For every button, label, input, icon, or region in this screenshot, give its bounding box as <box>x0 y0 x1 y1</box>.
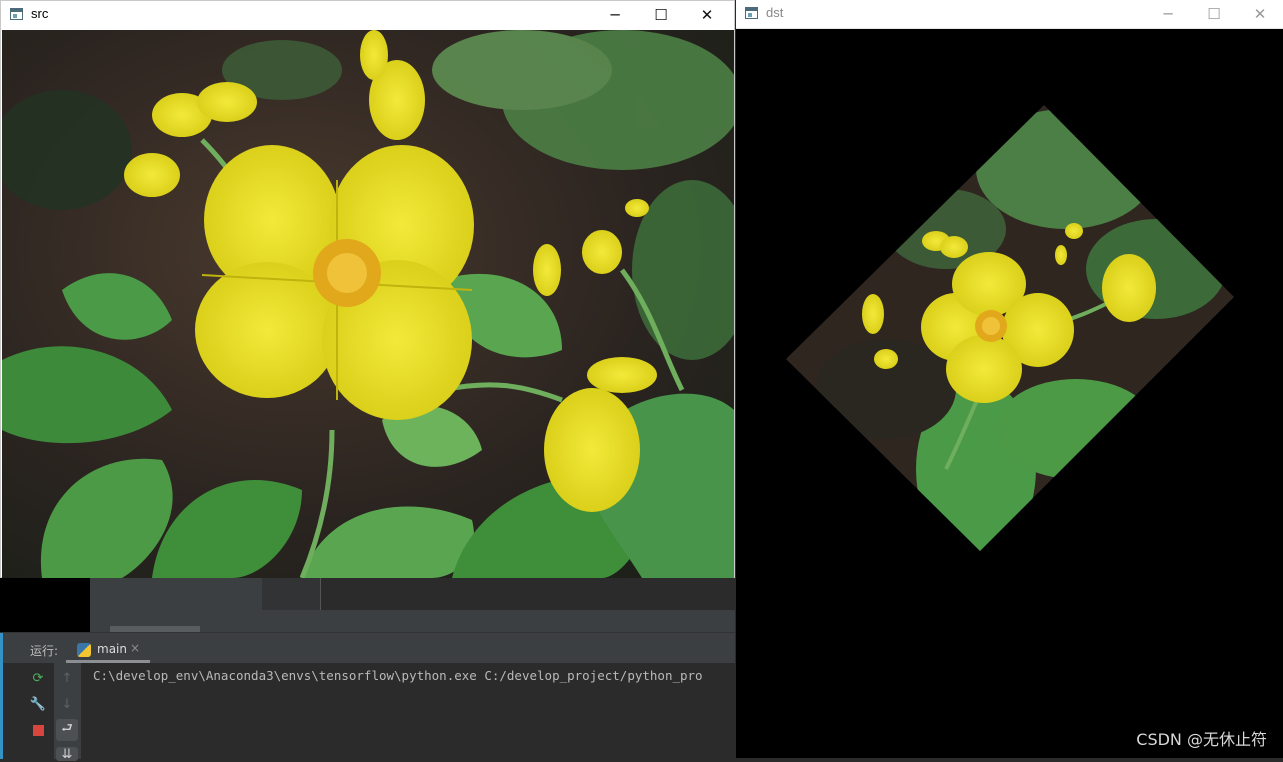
src-titlebar[interactable]: src ─ ☐ ✕ <box>1 1 734 29</box>
scroll-to-end-icon[interactable]: ⇊ <box>56 747 78 762</box>
ide-toolbar-region <box>90 578 735 632</box>
close-button[interactable]: ✕ <box>684 1 730 29</box>
src-window: src ─ ☐ ✕ <box>0 0 735 578</box>
ide-panel-right <box>321 578 735 610</box>
tab-main[interactable]: main × <box>66 637 150 663</box>
minimize-button[interactable]: ─ <box>592 1 638 29</box>
run-toolstrip-secondary: ↑ ↓ ⮐ ⇊ <box>54 663 81 762</box>
dst-image <box>736 29 1283 758</box>
arrow-down-icon[interactable]: ↓ <box>56 693 78 715</box>
dst-titlebar[interactable]: dst ─ ☐ ✕ <box>736 0 1283 29</box>
watermark: CSDN @无休止符 <box>1136 730 1267 749</box>
run-panel-header: 运行: main × <box>0 633 735 663</box>
dst-window-title: dst <box>766 5 784 20</box>
src-image <box>2 30 734 578</box>
rerun-icon[interactable]: ⟳ <box>27 667 49 689</box>
minimize-button[interactable]: ─ <box>1145 0 1191 28</box>
app-window-icon <box>745 7 758 19</box>
maximize-button[interactable]: ☐ <box>1191 0 1237 28</box>
run-panel-accent-bar <box>0 633 3 759</box>
ide-panel-mid <box>262 578 321 610</box>
wrench-icon[interactable]: 🔧 <box>27 693 49 715</box>
app-window-icon <box>10 8 23 20</box>
ide-black-region <box>0 578 90 632</box>
dst-window: dst ─ ☐ ✕ CSDN @无休止符 <box>736 0 1283 758</box>
arrow-up-icon[interactable]: ↑ <box>56 667 78 689</box>
maximize-button[interactable]: ☐ <box>638 1 684 29</box>
soft-wrap-icon[interactable]: ⮐ <box>56 719 78 741</box>
tab-main-label: main <box>97 642 127 656</box>
python-icon <box>77 643 91 657</box>
src-window-title: src <box>31 6 49 21</box>
stop-icon[interactable] <box>27 719 49 741</box>
run-toolstrip-primary: ⟳ 🔧 <box>25 663 51 759</box>
run-panel-label: 运行: <box>30 644 59 658</box>
rotated-flower-photo <box>786 105 1234 551</box>
console-output-line: C:\develop_env\Anaconda3\envs\tensorflow… <box>93 668 703 683</box>
close-button[interactable]: ✕ <box>1237 0 1283 28</box>
ide-panel-left <box>90 578 262 632</box>
flower-photo <box>2 30 734 578</box>
run-panel: 运行: main × ⟳ 🔧 ↑ ↓ ⮐ ⇊ C:\develop_env\An… <box>0 632 735 762</box>
tab-close-icon[interactable]: × <box>130 641 140 655</box>
